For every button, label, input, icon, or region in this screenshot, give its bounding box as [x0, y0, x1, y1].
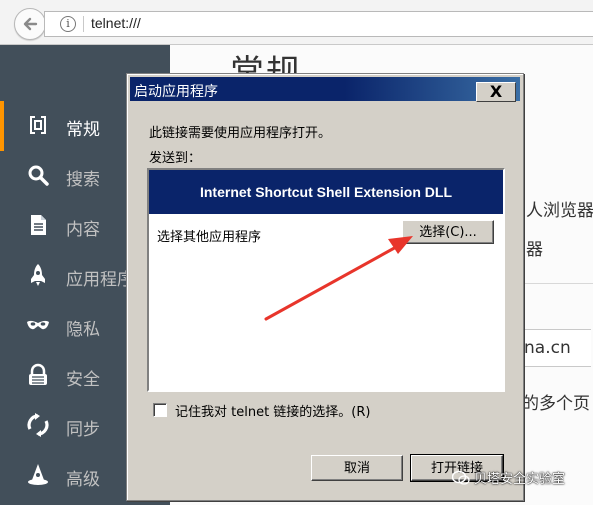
homepage-setting-fragment: 人浏览器 — [526, 201, 593, 221]
tabs-setting-fragment: 的多个页 — [522, 394, 590, 414]
remember-choice-label[interactable]: 记住我对 telnet 链接的选择。(R) — [175, 401, 370, 420]
search-icon — [28, 165, 49, 186]
homepage-input[interactable]: na.cn — [515, 329, 591, 367]
dialog-titlebar[interactable]: 启动应用程序 X — [130, 77, 520, 102]
lock-icon — [29, 363, 47, 385]
document-icon — [31, 215, 46, 235]
back-button[interactable] — [14, 8, 46, 40]
back-arrow-icon — [23, 17, 38, 31]
sidebar-item-label: 应用程序 — [66, 270, 134, 290]
sidebar-item-label: 隐私 — [66, 320, 100, 340]
default-browser-fragment: 器 — [526, 240, 543, 260]
launch-application-dialog: 启动应用程序 X 此链接需要使用应用程序打开。 发送到： Internet Sh… — [126, 73, 524, 501]
url-text[interactable]: telnet:/// — [91, 15, 141, 31]
sidebar-item-label: 高级 — [66, 470, 100, 490]
active-indicator — [0, 101, 4, 151]
dialog-title: 启动应用程序 — [134, 84, 218, 100]
watermark-text: 贝塔安全实验室 — [474, 472, 566, 487]
dialog-message: 此链接需要使用应用程序打开。 — [149, 126, 332, 141]
sidebar-item-label: 内容 — [66, 220, 100, 240]
close-button[interactable]: X — [476, 82, 516, 102]
sidebar-item-label: 同步 — [66, 420, 100, 440]
general-icon — [30, 116, 46, 134]
browser-toolbar: i telnet:/// — [0, 0, 593, 45]
sidebar-item-label: 安全 — [66, 370, 100, 390]
choose-other-app-label[interactable]: 选择其他应用程序 — [157, 226, 261, 245]
remember-checkbox[interactable] — [153, 403, 167, 417]
send-to-label: 发送到： — [149, 151, 202, 166]
wizard-hat-icon — [28, 464, 48, 485]
homepage-value: na.cn — [524, 338, 571, 358]
sidebar-item-label: 常规 — [66, 120, 100, 140]
address-divider — [83, 16, 84, 32]
address-bar[interactable]: i telnet:/// — [44, 11, 593, 37]
rocket-icon — [31, 264, 45, 286]
choose-button[interactable]: 选择(C)... — [402, 220, 494, 244]
info-icon[interactable]: i — [60, 16, 76, 32]
section-divider — [515, 283, 593, 284]
wechat-icon — [452, 470, 470, 485]
app-list-item-selected[interactable]: Internet Shortcut Shell Extension DLL — [149, 170, 503, 214]
sidebar-item-label: 搜索 — [66, 170, 100, 190]
application-list[interactable]: Internet Shortcut Shell Extension DLL 选择… — [147, 168, 505, 392]
sync-icon — [27, 413, 49, 437]
mask-icon — [27, 320, 49, 330]
cancel-button[interactable]: 取消 — [311, 455, 403, 481]
